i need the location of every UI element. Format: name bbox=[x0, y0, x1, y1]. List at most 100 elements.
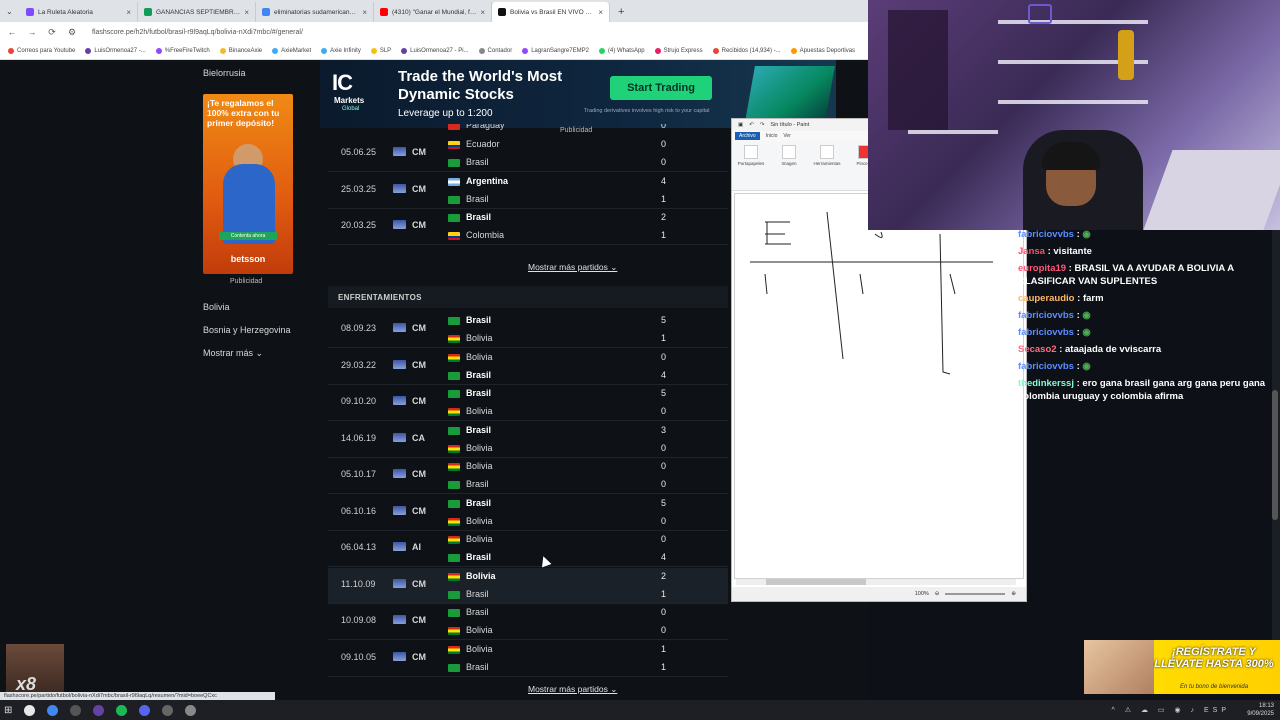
tab-menu-icon[interactable]: ⌄ bbox=[0, 7, 20, 16]
match-row[interactable]: 06.04.13 AI Bolivia 0 Brasil 4 bbox=[328, 531, 728, 567]
close-icon[interactable]: × bbox=[126, 8, 131, 17]
tray-icons[interactable]: ^ ⚠ ☁ ▭ ◉ ♪ ESP bbox=[1112, 706, 1230, 714]
paint-tab-inicio[interactable]: Inicio bbox=[766, 133, 778, 139]
match-row[interactable]: 29.03.22 CM Bolivia 0 Brasil 4 bbox=[328, 349, 728, 385]
sidebar-link-bielorrusia[interactable]: Bielorrusia bbox=[203, 68, 246, 78]
sidebar-more-link[interactable]: Mostrar más ⌄ bbox=[203, 348, 263, 359]
ribbon-group-imagen[interactable]: Imagen bbox=[774, 145, 804, 186]
new-tab-button[interactable]: + bbox=[610, 2, 632, 22]
bookmark-item[interactable]: Strujo Express bbox=[654, 47, 703, 54]
close-icon[interactable]: × bbox=[480, 8, 485, 17]
ribbon-group-herramientas[interactable]: Herramientas bbox=[812, 145, 842, 186]
sidebar-link-bolivia[interactable]: Bolivia bbox=[203, 302, 230, 312]
windows-start-icon[interactable]: ⊞ bbox=[4, 705, 12, 716]
chat-message: europita19 : BRASIL VA A AYUDAR A BOLIVI… bbox=[1018, 262, 1280, 288]
undo-icon[interactable]: ↶ bbox=[749, 122, 754, 128]
zoom-out-icon[interactable]: ⊖ bbox=[935, 591, 940, 597]
sidebar-link-bosnia[interactable]: Bosnia y Herzegovina bbox=[203, 325, 291, 335]
show-more-h2h-link[interactable]: Mostrar más partidos ⌄ bbox=[528, 684, 617, 695]
chat-username[interactable]: fabriciovvbs bbox=[1018, 327, 1074, 338]
browser-tab[interactable]: (4310) "Ganar el Mundial, fina... × bbox=[374, 2, 492, 22]
save-icon[interactable]: ▣ bbox=[738, 122, 743, 128]
away-flag-icon bbox=[448, 554, 460, 562]
zoom-in-icon[interactable]: ⊕ bbox=[1011, 591, 1016, 597]
favicon-icon bbox=[498, 8, 506, 16]
bookmark-icon bbox=[401, 47, 408, 54]
bookmark-item[interactable]: LuisOrmenoa27 - Pi... bbox=[401, 47, 469, 54]
bookmark-item[interactable]: SLP bbox=[370, 47, 392, 54]
match-row[interactable]: 05.10.17 CM Bolivia 0 Brasil 0 bbox=[328, 458, 728, 494]
match-row[interactable]: 11.10.09 CM Bolivia 2 Brasil 1 bbox=[328, 567, 728, 604]
obs-icon[interactable] bbox=[162, 704, 174, 716]
close-icon[interactable]: × bbox=[244, 8, 249, 17]
match-row[interactable]: 09.10.20 CM Brasil 5 Bolivia 0 bbox=[328, 385, 728, 421]
match-date: 14.06.19 bbox=[341, 432, 377, 443]
browser-tab[interactable]: La Ruleta Aleatoria × bbox=[20, 2, 138, 22]
paint-hscroll-thumb[interactable] bbox=[766, 579, 866, 585]
browser-tab[interactable]: Bolivia vs Brasil EN VIVO 10/0... × bbox=[492, 2, 610, 22]
browser-tab[interactable]: eliminatorias sudamericanas -... × bbox=[256, 2, 374, 22]
reload-icon[interactable]: ⟳ bbox=[46, 27, 58, 38]
twitch-icon[interactable] bbox=[93, 704, 105, 716]
bookmark-item[interactable]: (4) WhatsApp bbox=[598, 47, 645, 54]
forward-icon[interactable]: → bbox=[26, 27, 38, 37]
show-more-matches-link[interactable]: Mostrar más partidos ⌄ bbox=[528, 262, 617, 273]
bookmark-item[interactable]: Axie Infinity bbox=[321, 47, 361, 54]
zoom-slider[interactable] bbox=[945, 593, 1006, 595]
chat-username[interactable]: Jansa bbox=[1018, 246, 1045, 257]
bookmark-item[interactable]: LuisOrmenoa27 -... bbox=[85, 47, 146, 54]
match-row[interactable]: 06.10.16 CM Brasil 5 Bolivia 0 bbox=[328, 495, 728, 531]
promo-cta[interactable]: Contenta ahora bbox=[219, 232, 277, 240]
paint-hscrollbar[interactable] bbox=[736, 579, 1016, 585]
chat-scrollbar[interactable] bbox=[1272, 230, 1280, 640]
paint-taskbar-icon[interactable] bbox=[185, 704, 197, 716]
chat-username[interactable]: thedinkerssj bbox=[1018, 378, 1074, 389]
chat-scroll-thumb[interactable] bbox=[1272, 390, 1278, 520]
back-icon[interactable]: ← bbox=[6, 27, 18, 37]
home-score: 0 bbox=[660, 461, 666, 471]
chat-username[interactable]: europita19 bbox=[1018, 263, 1066, 274]
match-row[interactable]: 08.09.23 CM Brasil 5 Bolivia 1 bbox=[328, 312, 728, 348]
discord-icon[interactable] bbox=[139, 704, 151, 716]
chat-username[interactable]: Secaso2 bbox=[1018, 344, 1057, 355]
url-field[interactable]: flashscore.pe/h2h/futbol/brasil-r9l9aqLq… bbox=[92, 29, 303, 36]
match-row[interactable]: 20.03.25 CM Brasil 2 Colombia 1 bbox=[328, 209, 728, 245]
stroke-e-letter bbox=[765, 221, 791, 245]
site-info-icon[interactable]: ⚙ bbox=[66, 27, 78, 38]
bookmark-label: SLP bbox=[379, 47, 392, 54]
close-icon[interactable]: × bbox=[598, 8, 603, 17]
paint-tab-ver[interactable]: Ver bbox=[783, 133, 791, 139]
ribbon-group-portapapeles[interactable]: Portapapeles bbox=[736, 145, 766, 186]
match-row[interactable]: 14.06.19 CA Brasil 3 Bolivia 0 bbox=[328, 422, 728, 458]
match-row[interactable]: 09.10.05 CM Bolivia 1 Brasil 1 bbox=[328, 641, 728, 677]
chat-username[interactable]: cauperaudio bbox=[1018, 293, 1075, 304]
browser-tab[interactable]: GANANCIAS SEPTIEMBRE - Ho... × bbox=[138, 2, 256, 22]
bookmark-item[interactable]: Recibidos (14,934) -... bbox=[712, 47, 781, 54]
bookmark-item[interactable]: %FreeFireTwitch bbox=[155, 47, 210, 54]
chrome-icon[interactable] bbox=[47, 704, 59, 716]
close-icon[interactable]: × bbox=[362, 8, 367, 17]
chat-username[interactable]: fabriciovvbs bbox=[1018, 229, 1074, 240]
paint-tab-archivo[interactable]: Archivo bbox=[735, 132, 760, 140]
spotify-icon[interactable] bbox=[116, 704, 128, 716]
chat-username[interactable]: fabriciovvbs bbox=[1018, 310, 1074, 321]
tray-lang[interactable]: ESP bbox=[1204, 707, 1230, 714]
bookmark-item[interactable]: Apuestas Deportivas bbox=[790, 47, 855, 54]
bookmark-item[interactable]: BinanceAxie bbox=[219, 47, 262, 54]
match-row[interactable]: 25.03.25 CM Argentina 4 Brasil 1 bbox=[328, 173, 728, 209]
match-row[interactable]: 10.09.08 CM Brasil 0 Bolivia 0 bbox=[328, 604, 728, 640]
bookmark-item[interactable]: Correos para Youtube bbox=[8, 47, 75, 54]
tray-clock[interactable]: 18:13 9/09/2025 bbox=[1247, 702, 1274, 718]
trophy-decor bbox=[1118, 30, 1134, 80]
chat-username[interactable]: fabriciovvbs bbox=[1018, 361, 1074, 372]
betsson-promo-banner[interactable]: ¡Te regalamos el 100% extra con tu prime… bbox=[203, 94, 293, 274]
match-row[interactable]: 05.06.25 CM Ecuador 0 Brasil 0 bbox=[328, 136, 728, 172]
redo-icon[interactable]: ↷ bbox=[760, 122, 765, 128]
bookmark-item[interactable]: LagranSangre7EMP2 bbox=[522, 47, 589, 54]
app-icon[interactable] bbox=[70, 704, 82, 716]
bookmark-item[interactable]: AxieMarket bbox=[272, 47, 311, 54]
start-trading-button[interactable]: Start Trading bbox=[610, 76, 712, 100]
paint-canvas[interactable] bbox=[734, 193, 1024, 579]
search-icon[interactable] bbox=[24, 704, 36, 716]
bookmark-item[interactable]: Contador bbox=[478, 47, 512, 54]
